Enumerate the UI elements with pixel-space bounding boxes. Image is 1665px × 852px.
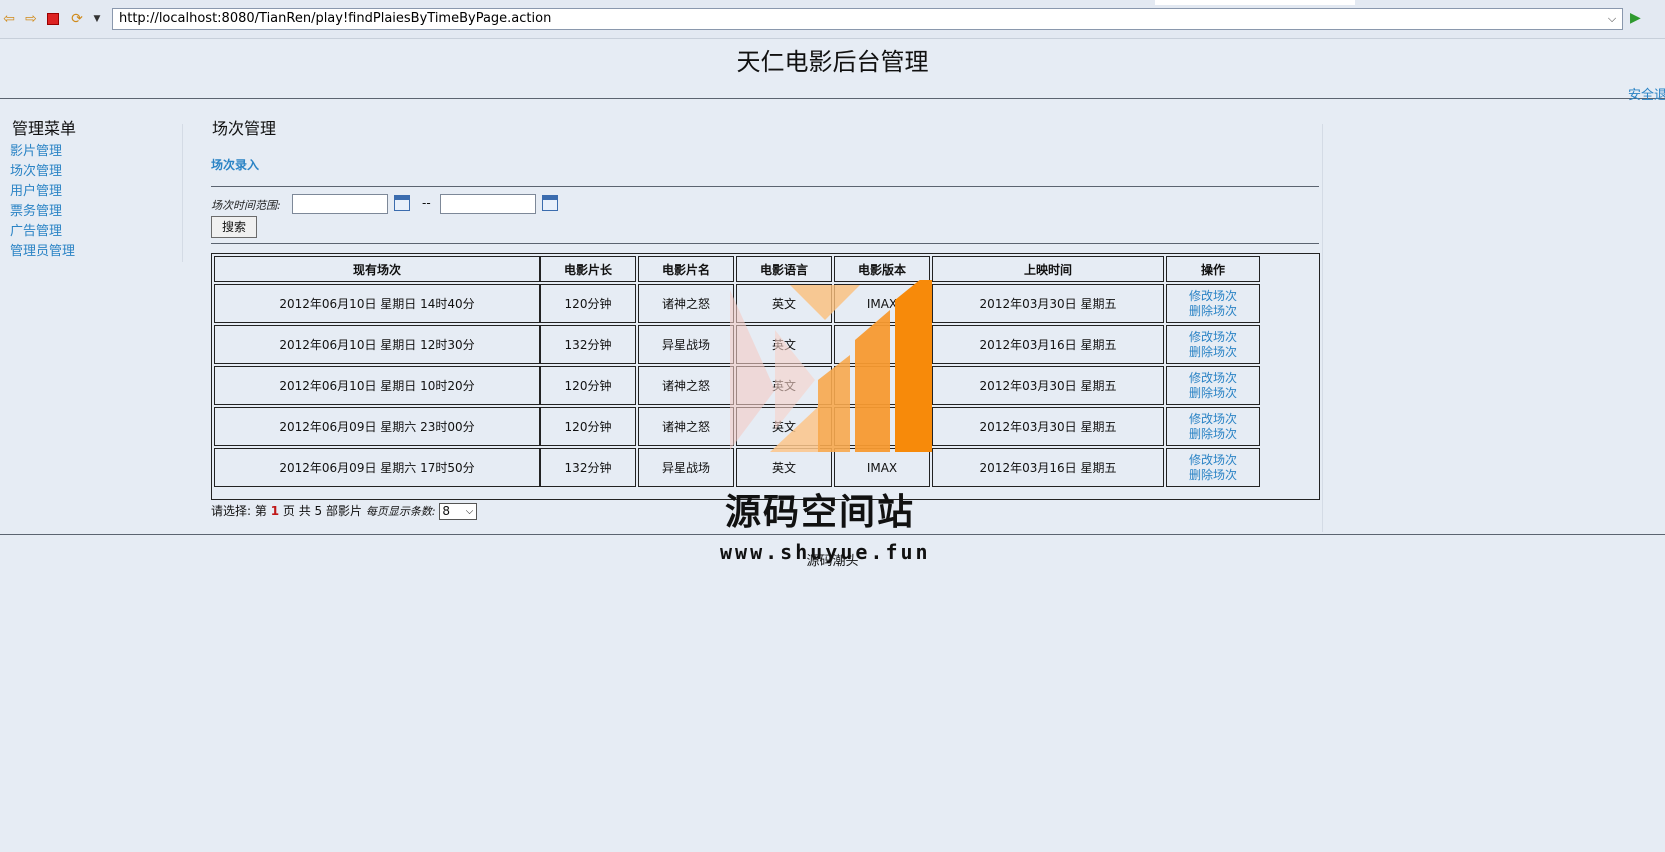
table-cell-col-length: 132分钟 bbox=[540, 448, 636, 487]
pager-total: 5 bbox=[314, 504, 323, 518]
table-cell-col-release: 2012年03月16日 星期五 bbox=[932, 325, 1164, 364]
watermark-logo bbox=[730, 280, 932, 452]
table-cell-col-session: 2012年06月10日 星期日 10时20分 bbox=[214, 366, 540, 405]
address-bar-url: http://localhost:8080/TianRen/play!findP… bbox=[119, 11, 552, 26]
table-cell-col-release: 2012年03月30日 星期五 bbox=[932, 407, 1164, 446]
sidebar: 管理菜单 影片管理 场次管理 用户管理 票务管理 广告管理 管理员管理 bbox=[4, 119, 183, 262]
table-cell-col-ops: 修改场次 删除场次 bbox=[1166, 407, 1260, 446]
current-page: 1 bbox=[270, 504, 280, 518]
forward-icon[interactable]: ⇨ bbox=[22, 10, 40, 28]
table-header-col-name: 电影片名 bbox=[638, 256, 734, 282]
go-icon[interactable]: ▶ bbox=[1630, 10, 1641, 26]
page-size-select[interactable]: 8 ⌵ bbox=[439, 503, 478, 520]
logout-link[interactable]: 安全退 bbox=[1628, 84, 1665, 103]
sidebar-item-session[interactable]: 场次管理 bbox=[10, 160, 62, 179]
table-cell-col-session: 2012年06月09日 星期六 17时50分 bbox=[214, 448, 540, 487]
watermark-shape bbox=[790, 285, 860, 320]
calendar-icon[interactable] bbox=[542, 195, 558, 211]
page-title: 天仁电影后台管理 bbox=[736, 48, 929, 76]
table-cell-col-length: 120分钟 bbox=[540, 366, 636, 405]
sidebar-item-admin[interactable]: 管理员管理 bbox=[10, 240, 75, 259]
table-header-col-version: 电影版本 bbox=[834, 256, 930, 282]
watermark-shape bbox=[895, 280, 932, 452]
delete-session-link[interactable]: 删除场次 bbox=[1189, 304, 1237, 319]
table-cell-col-release: 2012年03月16日 星期五 bbox=[932, 448, 1164, 487]
watermark-shape bbox=[855, 310, 890, 452]
table-cell-col-ops: 修改场次 删除场次 bbox=[1166, 284, 1260, 323]
edit-session-link[interactable]: 修改场次 bbox=[1189, 371, 1237, 386]
watermark-shape bbox=[818, 355, 850, 452]
search-button[interactable]: 搜索 bbox=[211, 216, 257, 238]
watermark-shape bbox=[775, 330, 815, 430]
table-header-col-session: 现有场次 bbox=[214, 256, 540, 282]
watermark-shape bbox=[730, 290, 775, 450]
watermark-url: www.shuyue.fun bbox=[720, 540, 931, 564]
add-session-link[interactable]: 场次录入 bbox=[211, 156, 259, 173]
divider bbox=[211, 243, 1319, 244]
pager-prefix: 请选择: 第 bbox=[211, 504, 267, 518]
pager-middle: 页 共 bbox=[282, 504, 311, 518]
time-range-label: 场次时间范围: bbox=[211, 199, 281, 212]
page-size-value: 8 bbox=[442, 504, 451, 518]
table-cell-col-length: 120分钟 bbox=[540, 284, 636, 323]
section-title: 场次管理 bbox=[212, 119, 277, 138]
edit-session-link[interactable]: 修改场次 bbox=[1189, 330, 1237, 345]
browser-tab-strip bbox=[1155, 0, 1355, 5]
back-icon[interactable]: ⇦ bbox=[0, 10, 18, 28]
sidebar-item-ads[interactable]: 广告管理 bbox=[10, 220, 62, 239]
per-page-label: 每页显示条数: bbox=[365, 505, 436, 518]
table-header-col-language: 电影语言 bbox=[736, 256, 832, 282]
table-cell-col-ops: 修改场次 删除场次 bbox=[1166, 325, 1260, 364]
stop-icon[interactable] bbox=[44, 10, 62, 28]
address-dropdown-icon[interactable]: ⌵ bbox=[1604, 10, 1620, 28]
start-date-input[interactable] bbox=[292, 194, 388, 214]
calendar-icon[interactable] bbox=[394, 195, 410, 211]
sidebar-item-ticket[interactable]: 票务管理 bbox=[10, 200, 62, 219]
table-cell-col-session: 2012年06月10日 星期日 14时40分 bbox=[214, 284, 540, 323]
delete-session-link[interactable]: 删除场次 bbox=[1189, 468, 1237, 483]
table-cell-col-length: 132分钟 bbox=[540, 325, 636, 364]
header-divider bbox=[0, 98, 1665, 99]
delete-session-link[interactable]: 删除场次 bbox=[1189, 345, 1237, 360]
table-cell-col-session: 2012年06月09日 星期六 23时00分 bbox=[214, 407, 540, 446]
end-date-input[interactable] bbox=[440, 194, 536, 214]
table-cell-col-release: 2012年03月30日 星期五 bbox=[932, 284, 1164, 323]
table-cell-col-length: 120分钟 bbox=[540, 407, 636, 446]
history-dropdown-icon[interactable]: ▼ bbox=[88, 10, 106, 28]
table-header-col-length: 电影片长 bbox=[540, 256, 636, 282]
delete-session-link[interactable]: 删除场次 bbox=[1189, 427, 1237, 442]
refresh-icon[interactable]: ⟳ bbox=[68, 10, 86, 28]
table-cell-col-release: 2012年03月30日 星期五 bbox=[932, 366, 1164, 405]
table-cell-col-ops: 修改场次 删除场次 bbox=[1166, 366, 1260, 405]
table-header-col-ops: 操作 bbox=[1166, 256, 1260, 282]
sidebar-title: 管理菜单 bbox=[12, 119, 77, 138]
address-bar[interactable]: http://localhost:8080/TianRen/play!findP… bbox=[112, 8, 1623, 30]
delete-session-link[interactable]: 删除场次 bbox=[1189, 386, 1237, 401]
pager-suffix: 部影片 bbox=[326, 504, 363, 518]
chevron-down-icon: ⌵ bbox=[465, 506, 474, 517]
table-cell-col-session: 2012年06月10日 星期日 12时30分 bbox=[214, 325, 540, 364]
watermark-title: 源码空间站 bbox=[725, 492, 916, 533]
table-header-col-release: 上映时间 bbox=[932, 256, 1164, 282]
sidebar-item-film[interactable]: 影片管理 bbox=[10, 140, 62, 159]
divider bbox=[211, 186, 1319, 187]
edit-session-link[interactable]: 修改场次 bbox=[1189, 289, 1237, 304]
pager: 请选择: 第 1 页 共 5 部影片 每页显示条数: 8 ⌵ bbox=[211, 502, 478, 520]
edit-session-link[interactable]: 修改场次 bbox=[1189, 453, 1237, 468]
edit-session-link[interactable]: 修改场次 bbox=[1189, 412, 1237, 427]
table-cell-col-ops: 修改场次 删除场次 bbox=[1166, 448, 1260, 487]
range-separator: -- bbox=[422, 196, 431, 210]
sidebar-item-user[interactable]: 用户管理 bbox=[10, 180, 62, 199]
